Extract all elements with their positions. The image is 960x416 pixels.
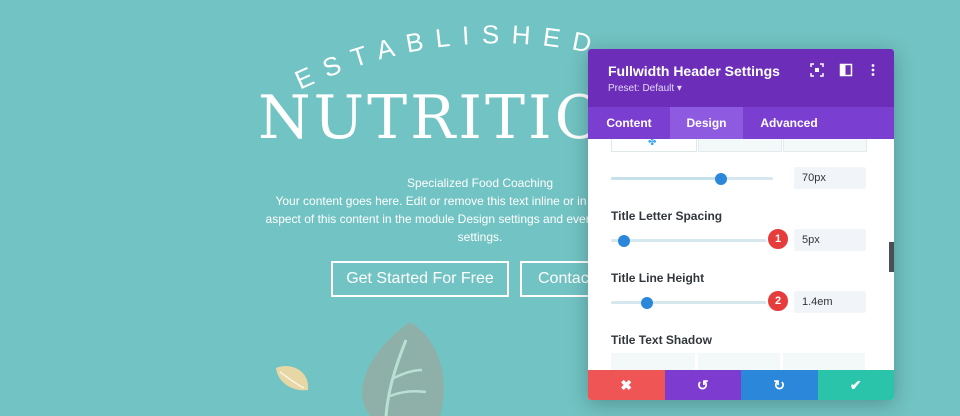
arc-text-path: ESTABLISHED 1	[0, 0, 594, 95]
prev-value-input[interactable]: 70px	[794, 167, 866, 189]
get-started-button[interactable]: Get Started For Free	[331, 261, 509, 297]
align-right-button[interactable]	[783, 139, 867, 152]
letter-spacing-label: Title Letter Spacing	[611, 209, 723, 223]
slider-handle[interactable]	[715, 173, 728, 185]
line-height-value-input[interactable]: 1.4em	[794, 291, 866, 313]
text-shadow-label: Title Text Shadow	[611, 333, 712, 347]
discard-button[interactable]: ✖	[588, 370, 665, 400]
align-center-button[interactable]	[698, 139, 782, 152]
line-height-label: Title Line Height	[611, 271, 705, 285]
panel-scrollbar[interactable]	[889, 242, 894, 272]
marker-badge-2: 2	[766, 289, 790, 313]
settings-panel: Fullwidth Header Settings Preset: Defaul…	[588, 49, 894, 400]
letter-spacing-slider-handle[interactable]	[617, 235, 630, 247]
tab-design[interactable]: Design	[670, 107, 743, 139]
columns-icon[interactable]	[839, 63, 853, 77]
tab-content[interactable]: Content	[588, 107, 670, 139]
undo-icon: ↺	[696, 376, 709, 393]
checkmark-icon: ✔	[849, 376, 862, 393]
panel-footer: ✖ ↺ ↻ ✔	[588, 370, 894, 400]
focus-icon[interactable]	[810, 63, 824, 77]
text-shadow-option-1[interactable]	[698, 353, 780, 370]
tab-advanced[interactable]: Advanced	[743, 107, 835, 139]
more-vertical-icon[interactable]	[866, 63, 880, 77]
save-button[interactable]: ✔	[817, 370, 894, 400]
text-shadow-option-2[interactable]	[783, 353, 865, 370]
redo-icon: ↻	[773, 376, 786, 393]
panel-title: Fullwidth Header Settings	[608, 63, 780, 79]
small-leaf-illustration	[276, 366, 309, 391]
slider-fill	[611, 177, 722, 180]
align-left-button[interactable]: ✤	[611, 139, 697, 152]
svg-text:ESTABLISHED 1: ESTABLISHED 1	[0, 0, 606, 95]
close-icon: ✖	[620, 376, 633, 393]
letter-spacing-slider-track[interactable]	[611, 239, 773, 242]
line-height-slider-handle[interactable]	[640, 297, 653, 309]
preset-dropdown[interactable]: Preset: Default ▾	[608, 83, 682, 94]
tab-bar: Content Design Advanced	[588, 107, 894, 139]
text-shadow-option-none[interactable]	[611, 353, 695, 370]
letter-spacing-value-input[interactable]: 5px	[794, 229, 866, 251]
align-left-icon: ✤	[648, 139, 657, 148]
large-leaf-illustration	[362, 322, 444, 416]
undo-button[interactable]: ↺	[664, 370, 741, 400]
panel-header: Fullwidth Header Settings Preset: Defaul…	[588, 49, 894, 107]
line-height-slider-track[interactable]	[611, 301, 773, 304]
redo-button[interactable]: ↻	[741, 370, 818, 400]
panel-body: ✤ 70px Title Letter Spacing 1 5px Title …	[588, 139, 894, 370]
marker-badge-1: 1	[766, 227, 790, 251]
